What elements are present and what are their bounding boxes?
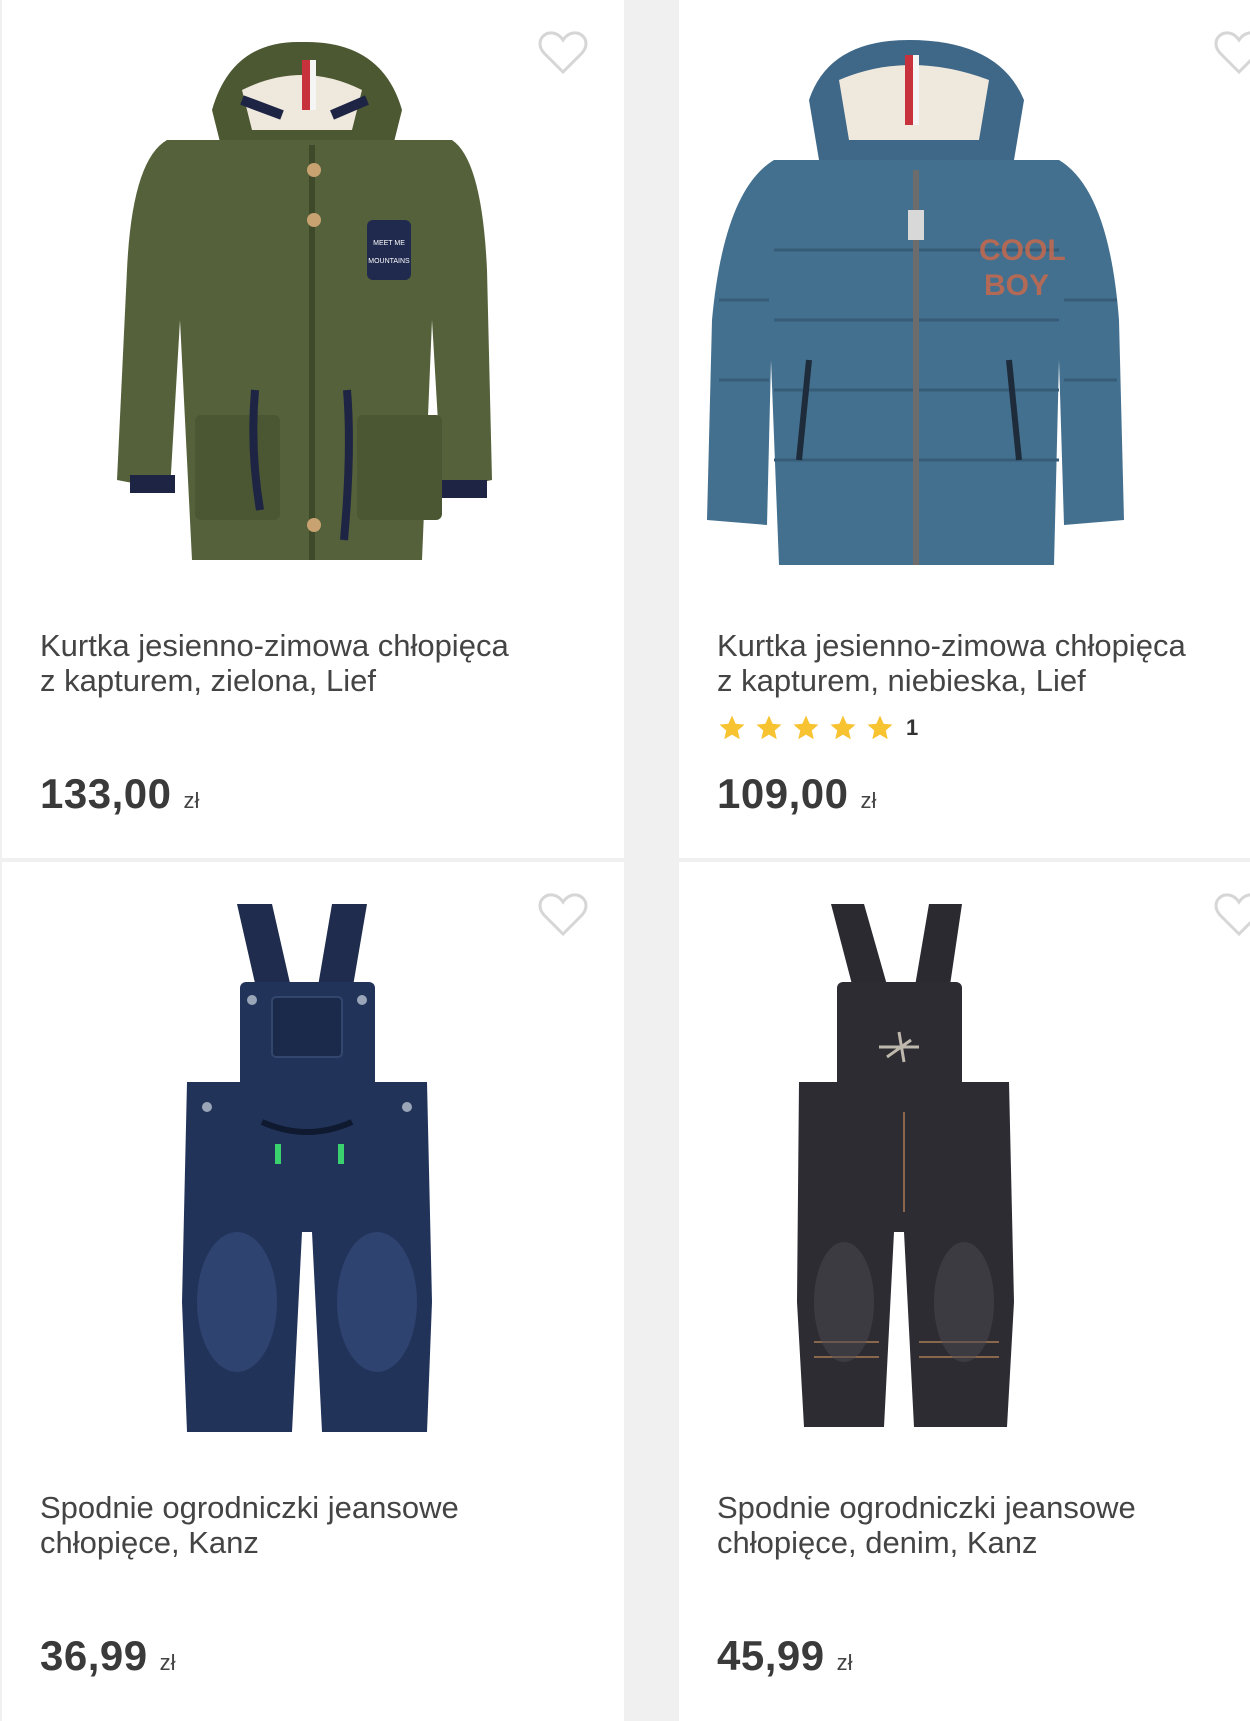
star-icon	[756, 715, 782, 740]
favorite-heart-icon[interactable]	[538, 892, 588, 938]
product-price: 36,99 zł	[40, 1632, 176, 1680]
product-title-line: chłopięce, denim, Kanz	[717, 1525, 1038, 1560]
product-title-line: z kapturem, zielona, Lief	[40, 663, 377, 698]
price-value: 109,00	[717, 770, 849, 817]
svg-text:MOUNTAINS: MOUNTAINS	[368, 258, 410, 265]
product-image-green-parka[interactable]: MEET ME MOUNTAINS	[2, 20, 624, 590]
price-currency: zł	[159, 1650, 176, 1675]
product-price: 45,99 zł	[717, 1632, 853, 1680]
favorite-heart-icon[interactable]	[1214, 892, 1250, 938]
star-icon	[793, 715, 819, 740]
product-image-blue-puffer[interactable]: COOL BOY	[679, 20, 1250, 590]
price-currency: zł	[183, 788, 200, 813]
product-title[interactable]: Spodnie ogrodniczki jeansowe chłopięce, …	[40, 1490, 580, 1560]
product-title[interactable]: Kurtka jesienno-zimowa chłopięca z kaptu…	[40, 628, 580, 698]
product-title-line: z kapturem, niebieska, Lief	[717, 663, 1086, 698]
star-icon	[830, 715, 856, 740]
favorite-heart-icon[interactable]	[538, 30, 588, 76]
favorite-heart-icon[interactable]	[1214, 30, 1250, 76]
price-value: 36,99	[40, 1632, 148, 1679]
svg-text:COOL: COOL	[979, 234, 1066, 267]
price-currency: zł	[836, 1650, 853, 1675]
product-image-black-overalls[interactable]	[679, 882, 1250, 1452]
rating-count: 1	[906, 715, 919, 740]
product-card[interactable]: COOL BOY Kurtka jesienno-zimowa chłopięc…	[679, 0, 1250, 858]
product-title[interactable]: Kurtka jesienno-zimowa chłopięca z kaptu…	[717, 628, 1250, 698]
price-currency: zł	[860, 788, 877, 813]
product-title-line: Kurtka jesienno-zimowa chłopięca	[717, 628, 1186, 663]
product-card[interactable]: Spodnie ogrodniczki jeansowe chłopięce, …	[2, 862, 624, 1721]
product-card[interactable]: Spodnie ogrodniczki jeansowe chłopięce, …	[679, 862, 1250, 1721]
product-grid: MEET ME MOUNTAINS Kurtka jesienno-zimowa…	[0, 0, 1250, 1721]
product-rating[interactable]: 1	[717, 710, 918, 746]
svg-text:BOY: BOY	[984, 269, 1049, 302]
product-image-denim-overalls[interactable]	[2, 882, 624, 1452]
price-value: 45,99	[717, 1632, 825, 1679]
product-price: 133,00 zł	[40, 770, 199, 818]
star-icon	[719, 715, 745, 740]
svg-text:MEET ME: MEET ME	[373, 240, 405, 247]
product-price: 109,00 zł	[717, 770, 876, 818]
star-icon	[867, 715, 893, 740]
product-title-line: Kurtka jesienno-zimowa chłopięca	[40, 628, 509, 663]
product-title[interactable]: Spodnie ogrodniczki jeansowe chłopięce, …	[717, 1490, 1250, 1560]
price-value: 133,00	[40, 770, 172, 817]
product-title-line: Spodnie ogrodniczki jeansowe	[40, 1490, 459, 1525]
product-card[interactable]: MEET ME MOUNTAINS Kurtka jesienno-zimowa…	[2, 0, 624, 858]
product-title-line: chłopięce, Kanz	[40, 1525, 259, 1560]
product-title-line: Spodnie ogrodniczki jeansowe	[717, 1490, 1136, 1525]
